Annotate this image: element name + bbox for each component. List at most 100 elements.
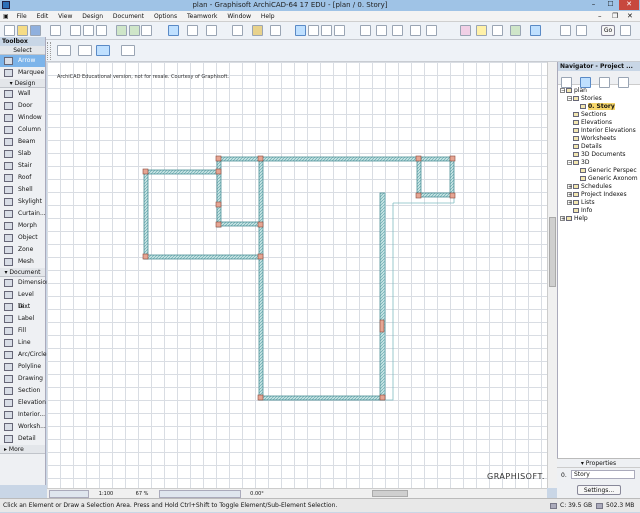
expand-toggle-icon[interactable]: + xyxy=(560,216,565,222)
floor-plan-view-icon[interactable] xyxy=(295,25,306,36)
photo-icon[interactable] xyxy=(492,25,503,36)
menu-view[interactable]: View xyxy=(54,11,76,22)
publisher-icon[interactable] xyxy=(376,25,387,36)
tool-wall[interactable]: Wall xyxy=(0,88,45,100)
view-nav-icons[interactable] xyxy=(49,490,89,498)
tool-interior[interactable]: Interior... xyxy=(0,409,45,421)
display-mode-icon[interactable] xyxy=(530,25,541,36)
snap-guides-icon[interactable] xyxy=(206,25,217,36)
tool-polyline[interactable]: Polyline xyxy=(0,361,45,373)
tree-item[interactable]: 3D Documents xyxy=(558,151,640,159)
pick-up-icon[interactable] xyxy=(141,25,152,36)
properties-header[interactable]: ▾ Properties xyxy=(557,459,640,468)
undo-icon[interactable] xyxy=(116,25,127,36)
elevation-view-icon[interactable] xyxy=(334,25,345,36)
info-box-handle[interactable] xyxy=(47,42,51,60)
tool-arc-circle[interactable]: Arc/Circle xyxy=(0,349,47,361)
model-view-icon[interactable] xyxy=(270,25,281,36)
tool-label[interactable]: Label xyxy=(0,313,45,325)
pen-set-icon[interactable] xyxy=(252,25,263,36)
tool-morph[interactable]: Morph xyxy=(0,220,45,232)
menu-file[interactable]: File xyxy=(13,11,31,22)
tool-arrow[interactable]: Arrow xyxy=(0,55,45,67)
tool-fill[interactable]: Fill xyxy=(0,325,45,337)
menu-help[interactable]: Help xyxy=(257,11,279,22)
expand-toggle-icon[interactable]: − xyxy=(560,88,565,94)
tool-marquee[interactable]: Marquee xyxy=(0,67,45,79)
rectangle-method-icon[interactable] xyxy=(78,45,92,56)
redo-icon[interactable] xyxy=(129,25,140,36)
tree-item[interactable]: + Project Indexes xyxy=(558,191,640,199)
tool-line[interactable]: Line xyxy=(0,337,45,349)
close-button[interactable]: ✕ xyxy=(619,0,639,10)
go-button[interactable]: Go xyxy=(601,25,615,36)
layers-icon[interactable] xyxy=(232,25,243,36)
copy-icon[interactable] xyxy=(83,25,94,36)
save-icon[interactable] xyxy=(30,25,41,36)
expand-toggle-icon[interactable]: + xyxy=(567,200,572,206)
tree-item[interactable]: Details xyxy=(558,143,640,151)
tree-item[interactable]: Elevations xyxy=(558,119,640,127)
menu-teamwork[interactable]: Teamwork xyxy=(183,11,221,22)
selection-cursor-icon[interactable] xyxy=(121,45,135,56)
tree-item[interactable]: Interior Elevations xyxy=(558,127,640,135)
app-menu-icon[interactable]: ▣ xyxy=(0,11,11,22)
tree-item[interactable]: + Schedules xyxy=(558,183,640,191)
rotated-rect-method-icon[interactable] xyxy=(96,45,110,56)
tool-curtain[interactable]: Curtain... xyxy=(0,208,46,220)
tool-shell[interactable]: Shell xyxy=(0,184,45,196)
expand-toggle-icon[interactable]: − xyxy=(567,96,572,102)
doc-close-button[interactable]: ✕ xyxy=(627,12,633,20)
expand-toggle-icon[interactable]: + xyxy=(567,192,572,198)
tool-door[interactable]: Door xyxy=(0,100,45,112)
geometry-method-icon[interactable] xyxy=(57,45,71,56)
tool-detail[interactable]: Detail xyxy=(0,433,45,445)
select-section-header[interactable]: Select xyxy=(0,46,45,55)
tree-item[interactable]: − plan xyxy=(558,87,640,95)
doc-restore-button[interactable]: ❐ xyxy=(612,12,618,20)
tool-zone[interactable]: Zone xyxy=(0,244,45,256)
maximize-button[interactable]: ☐ xyxy=(602,0,619,10)
tool-window[interactable]: Window xyxy=(0,112,45,124)
tool-mesh[interactable]: Mesh xyxy=(0,256,45,268)
tree-item[interactable]: − Stories xyxy=(558,95,640,103)
layout-book-icon[interactable] xyxy=(360,25,371,36)
tree-item[interactable]: Worksheets xyxy=(558,135,640,143)
tree-item[interactable]: + Help xyxy=(558,215,640,223)
zoom-window-icon[interactable] xyxy=(560,25,571,36)
tool-stair[interactable]: Stair xyxy=(0,160,45,172)
print-icon[interactable] xyxy=(50,25,61,36)
tool-level-di[interactable]: Level Di... xyxy=(0,289,45,310)
tool-beam[interactable]: Beam xyxy=(0,136,45,148)
tree-item[interactable]: Generic Perspec xyxy=(558,167,640,175)
new-file-icon[interactable] xyxy=(4,25,15,36)
expand-toggle-icon[interactable]: − xyxy=(567,160,572,166)
vertical-scrollbar[interactable] xyxy=(547,62,557,488)
tool-object[interactable]: Object xyxy=(0,232,45,244)
tool-skylight[interactable]: Skylight xyxy=(0,196,45,208)
settings-button[interactable]: Settings... xyxy=(577,485,621,495)
minimize-button[interactable]: – xyxy=(585,0,602,10)
story-field[interactable]: Story xyxy=(571,470,635,479)
bim-server-icon[interactable] xyxy=(510,25,521,36)
angle-field[interactable]: 0.00° xyxy=(243,490,271,498)
floor-plan-canvas[interactable]: ArchiCAD Educational version, not for re… xyxy=(47,62,557,488)
zoom-field[interactable]: 67 % xyxy=(129,490,155,498)
horizontal-scroll-thumb[interactable] xyxy=(372,490,408,497)
paste-icon[interactable] xyxy=(96,25,107,36)
tree-item[interactable]: Sections xyxy=(558,111,640,119)
cut-icon[interactable] xyxy=(70,25,81,36)
3d-view-icon[interactable] xyxy=(321,25,332,36)
arrow-select-icon[interactable] xyxy=(168,25,179,36)
tool-slab[interactable]: Slab xyxy=(0,148,45,160)
trace-icon[interactable] xyxy=(410,25,421,36)
section-view-icon[interactable] xyxy=(308,25,319,36)
tree-item[interactable]: Generic Axonom xyxy=(558,175,640,183)
menu-options[interactable]: Options xyxy=(150,11,181,22)
tool-worksh[interactable]: Worksh... xyxy=(0,421,46,433)
menu-design[interactable]: Design xyxy=(78,11,107,22)
tool-roof[interactable]: Roof xyxy=(0,172,45,184)
guide-line-icon[interactable] xyxy=(187,25,198,36)
3d-navigation-icon[interactable] xyxy=(576,25,587,36)
tree-item[interactable]: + Lists xyxy=(558,199,640,207)
